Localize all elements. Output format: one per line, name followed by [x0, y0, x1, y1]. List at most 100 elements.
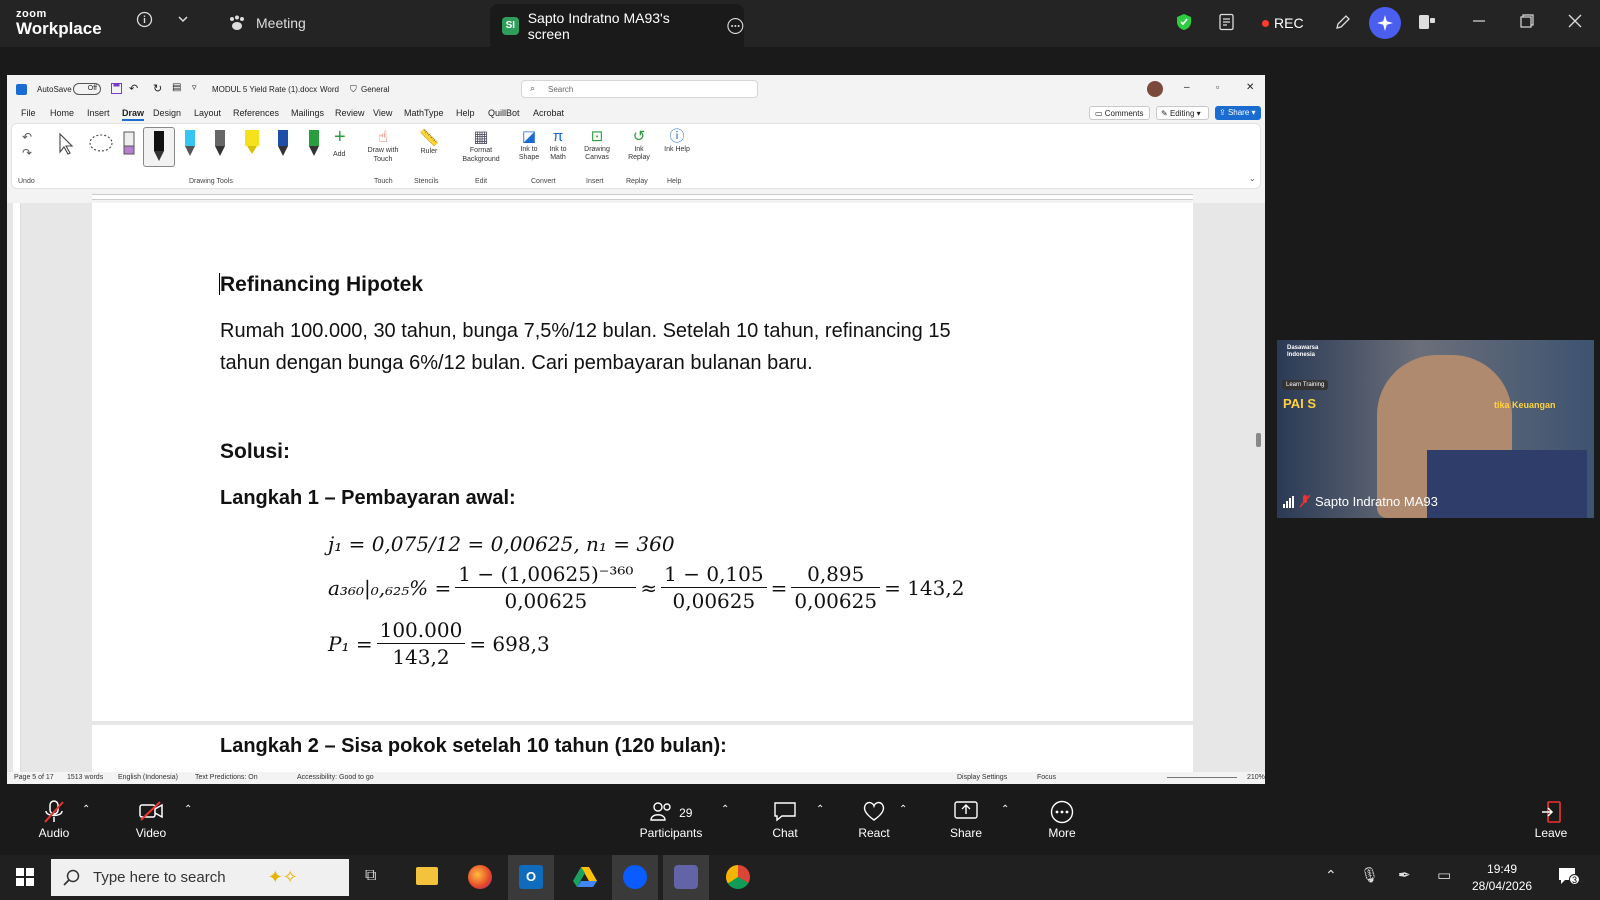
- google-drive-icon[interactable]: [572, 866, 598, 893]
- participants-button[interactable]: 29 Participants: [636, 800, 706, 840]
- participant-video-tile[interactable]: Dasawarsa Indonesia Learn Training PAI S…: [1277, 340, 1594, 518]
- taskbar-search-box[interactable]: Type here to search ✦✧: [51, 859, 349, 896]
- teams-taskbar-item[interactable]: [663, 855, 709, 900]
- undo-icon[interactable]: ↶: [129, 82, 138, 95]
- meeting-tab[interactable]: Meeting: [228, 15, 306, 31]
- document-canvas[interactable]: Refinancing Hipotek Rumah 100.000, 30 ta…: [7, 203, 1265, 784]
- ai-companion-icon[interactable]: [1369, 7, 1401, 39]
- vertical-scrollbar-thumb[interactable]: [1256, 433, 1261, 447]
- react-options-chevron-icon[interactable]: ⌃: [899, 804, 907, 815]
- pencil-icon[interactable]: [213, 130, 227, 158]
- status-language[interactable]: English (Indonesia): [118, 774, 178, 781]
- audio-options-chevron-icon[interactable]: ⌃: [82, 804, 90, 815]
- black-pen-tool[interactable]: [143, 127, 175, 167]
- zoom-slider[interactable]: [1167, 777, 1237, 778]
- status-words[interactable]: 1513 words: [67, 774, 103, 781]
- ink-to-math-button[interactable]: π Ink to Math: [545, 128, 571, 163]
- editing-mode-button[interactable]: ✎ Editing ▾: [1156, 106, 1209, 120]
- share-screen-button[interactable]: Share: [946, 800, 986, 840]
- menu-review[interactable]: Review: [335, 108, 365, 118]
- notification-center-icon[interactable]: 3: [1557, 866, 1580, 891]
- tray-clock[interactable]: 19:49 28/04/2026: [1472, 861, 1532, 895]
- ink-replay-button[interactable]: ↺ Ink Replay: [626, 128, 652, 163]
- menu-mathtype[interactable]: MathType: [404, 108, 444, 118]
- ribbon-collapse-icon[interactable]: ⌄: [1249, 174, 1256, 183]
- format-background-button[interactable]: ▦ Format Background: [456, 128, 506, 164]
- audio-button[interactable]: Audio: [34, 800, 74, 840]
- tray-chevron-icon[interactable]: ⌃: [1325, 867, 1337, 884]
- windows-start-icon[interactable]: [16, 868, 34, 891]
- minimize-icon[interactable]: [1472, 14, 1486, 32]
- menu-draw[interactable]: Draw: [122, 108, 145, 121]
- task-view-icon[interactable]: ⧉: [365, 867, 376, 885]
- comments-button[interactable]: ▭ Comments: [1089, 106, 1150, 120]
- word-close-icon[interactable]: ✕: [1246, 82, 1254, 93]
- word-search-box[interactable]: ⌕ Search: [521, 80, 758, 98]
- participants-options-chevron-icon[interactable]: ⌃: [721, 804, 729, 815]
- status-zoom[interactable]: 210%: [1247, 774, 1265, 781]
- more-options-icon[interactable]: [727, 17, 744, 35]
- cyan-pen-icon[interactable]: [183, 130, 197, 158]
- share-button[interactable]: ⇪ Share ▾: [1215, 106, 1261, 120]
- firefox-icon[interactable]: [468, 865, 492, 889]
- autosave-toggle[interactable]: Off: [73, 83, 101, 95]
- yellow-highlighter-icon[interactable]: [244, 130, 260, 158]
- ribbon-undo-icon[interactable]: ↶: [22, 130, 32, 144]
- eraser-icon[interactable]: [121, 130, 137, 158]
- status-focus[interactable]: Focus: [1037, 774, 1056, 781]
- chrome-icon[interactable]: [726, 865, 750, 889]
- info-icon[interactable]: [136, 11, 153, 32]
- ink-to-shape-button[interactable]: ◪ Ink to Shape: [516, 128, 542, 163]
- video-button[interactable]: Video: [131, 800, 171, 840]
- more-button[interactable]: More: [1042, 800, 1082, 840]
- status-accessibility[interactable]: Accessibility: Good to go: [297, 774, 374, 781]
- redo-icon[interactable]: ↻: [153, 82, 162, 95]
- shield-icon[interactable]: [1176, 13, 1192, 35]
- status-page[interactable]: Page 5 of 17: [14, 774, 54, 781]
- tray-display-icon[interactable]: ▭: [1437, 866, 1451, 884]
- menu-view[interactable]: View: [373, 108, 392, 118]
- status-text-predictions[interactable]: Text Predictions: On: [195, 774, 258, 781]
- green-pen-icon[interactable]: [307, 130, 321, 158]
- menu-file[interactable]: File: [21, 108, 36, 118]
- leave-button[interactable]: Leave: [1531, 800, 1571, 840]
- tray-mic-icon[interactable]: 🎙: [1360, 866, 1379, 884]
- share-options-chevron-icon[interactable]: ⌃: [1001, 804, 1009, 815]
- notes-icon[interactable]: [1218, 13, 1236, 35]
- tray-pen-icon[interactable]: ✒: [1398, 866, 1411, 884]
- outlook-taskbar-item[interactable]: O: [508, 855, 554, 900]
- status-display-settings[interactable]: Display Settings: [957, 774, 1007, 781]
- save-icon[interactable]: [111, 83, 122, 94]
- customize-qat-icon[interactable]: ▿: [192, 82, 197, 93]
- ribbon-redo-icon[interactable]: ↷: [22, 146, 32, 160]
- ruler-button[interactable]: 📏 Ruler: [415, 128, 443, 155]
- menu-layout[interactable]: Layout: [194, 108, 221, 118]
- screen-share-tab[interactable]: SI Sapto Indratno MA93's screen: [490, 4, 744, 47]
- word-minimize-icon[interactable]: –: [1184, 82, 1190, 93]
- drawing-canvas-button[interactable]: ⊡ Drawing Canvas: [579, 128, 615, 163]
- zoom-taskbar-item[interactable]: [612, 855, 658, 900]
- menu-acrobat[interactable]: Acrobat: [533, 108, 564, 118]
- add-pen-icon[interactable]: +: [334, 126, 346, 149]
- react-button[interactable]: React: [854, 800, 894, 840]
- menu-design[interactable]: Design: [153, 108, 181, 118]
- draw-with-touch-button[interactable]: ☝ Draw with Touch: [362, 128, 404, 164]
- chat-options-chevron-icon[interactable]: ⌃: [816, 804, 824, 815]
- menu-mailings[interactable]: Mailings: [291, 108, 324, 118]
- chat-button[interactable]: Chat: [765, 800, 805, 840]
- sensitivity-label[interactable]: General: [361, 85, 389, 94]
- file-explorer-icon[interactable]: [416, 867, 438, 885]
- menu-insert[interactable]: Insert: [87, 108, 110, 118]
- close-icon[interactable]: [1568, 14, 1582, 32]
- menu-quillbot[interactable]: QuillBot: [488, 108, 520, 118]
- lasso-select-icon[interactable]: [88, 132, 114, 158]
- video-options-chevron-icon[interactable]: ⌃: [184, 804, 192, 815]
- restore-icon[interactable]: [1520, 14, 1534, 32]
- ink-help-button[interactable]: ⓘ Ink Help: [664, 128, 690, 154]
- menu-home[interactable]: Home: [50, 108, 74, 118]
- word-restore-icon[interactable]: ▫: [1216, 82, 1219, 92]
- print-preview-icon[interactable]: ▤: [172, 82, 181, 93]
- apps-icon[interactable]: [1418, 13, 1436, 35]
- annotate-pen-icon[interactable]: [1334, 13, 1352, 35]
- menu-help[interactable]: Help: [456, 108, 475, 118]
